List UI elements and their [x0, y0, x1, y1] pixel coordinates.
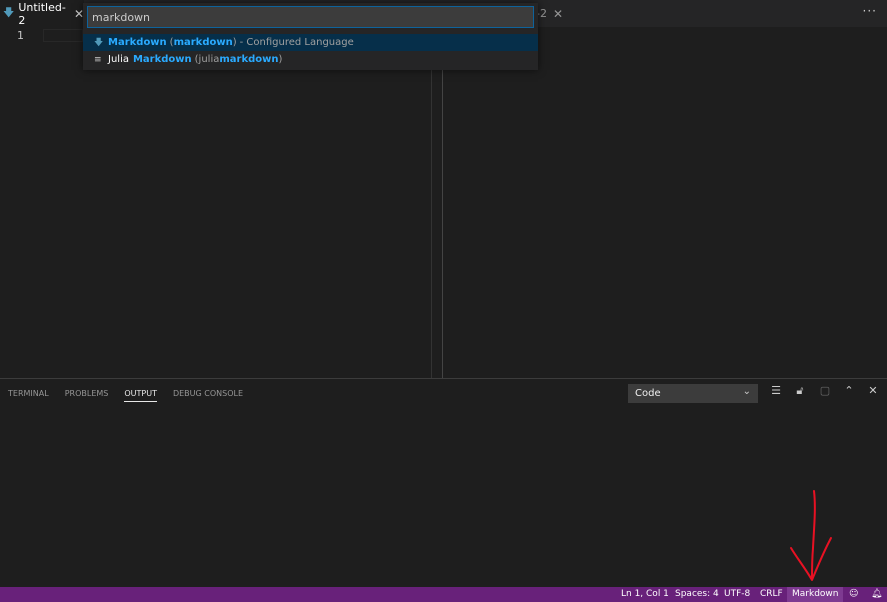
- current-line-highlight: [43, 29, 83, 42]
- bell-icon[interactable]: 🔔︎: [871, 589, 882, 599]
- item-description: - Configured Language: [239, 37, 354, 48]
- item-label: Markdown: [132, 54, 192, 65]
- tab-debug-console[interactable]: DEBUG CONSOLE: [165, 379, 251, 407]
- vertical-ruler: [431, 27, 432, 378]
- item-language-id: (markdown): [169, 37, 237, 48]
- output-channel-select[interactable]: Code ⌄: [628, 384, 758, 403]
- item-label-prefix: Julia: [108, 54, 129, 65]
- tab-title: Untitled-2: [18, 0, 66, 27]
- text-lines-icon: ≡: [94, 54, 102, 65]
- clear-output-icon[interactable]: ☰: [769, 384, 783, 397]
- item-label: Markdown: [108, 37, 167, 48]
- close-tab-icon[interactable]: ✕: [553, 7, 563, 21]
- tab-terminal[interactable]: TERMINAL: [0, 379, 57, 407]
- item-language-id: (juliamarkdown): [194, 54, 283, 65]
- status-indentation[interactable]: Spaces: 4: [675, 589, 719, 599]
- feedback-icon[interactable]: ☺: [849, 589, 858, 599]
- markdown-file-icon: 🡇: [3, 6, 15, 19]
- markdown-file-icon: 🡇: [94, 37, 104, 48]
- status-language-mode[interactable]: Markdown: [787, 587, 844, 602]
- maximize-panel-icon[interactable]: ⌃: [842, 384, 856, 397]
- line-number: 1: [17, 29, 24, 42]
- open-log-file-icon[interactable]: ▢: [818, 384, 832, 397]
- quick-pick-item-markdown[interactable]: 🡇 Markdown (markdown) - Configured Langu…: [83, 34, 538, 51]
- editor-group-right[interactable]: [443, 27, 887, 378]
- status-bar: Ln 1, Col 1 Spaces: 4 UTF-8 CRLF Markdow…: [0, 587, 887, 602]
- quick-pick-input[interactable]: [87, 6, 534, 28]
- status-encoding[interactable]: UTF-8: [724, 589, 750, 599]
- red-arrow-annotation: [790, 490, 832, 581]
- tab-right-group[interactable]: -2 ✕: [536, 0, 566, 27]
- tab-untitled-2[interactable]: 🡇 Untitled-2 ✕: [0, 0, 84, 27]
- quick-pick-item-julia-markdown[interactable]: ≡ Julia Markdown (juliamarkdown): [83, 51, 538, 68]
- unlock-icon[interactable]: 🔓︎: [793, 384, 807, 398]
- status-cursor-position[interactable]: Ln 1, Col 1: [621, 589, 669, 599]
- tab-problems[interactable]: PROBLEMS: [57, 379, 117, 407]
- chevron-down-icon: ⌄: [742, 386, 751, 397]
- bottom-panel: TERMINAL PROBLEMS OUTPUT DEBUG CONSOLE C…: [0, 378, 887, 587]
- panel-tab-list: TERMINAL PROBLEMS OUTPUT DEBUG CONSOLE: [0, 379, 251, 407]
- more-actions-icon[interactable]: ···: [863, 4, 877, 18]
- close-panel-icon[interactable]: ✕: [866, 384, 880, 397]
- language-mode-quick-pick: 🡇 Markdown (markdown) - Configured Langu…: [83, 3, 538, 70]
- status-line-ending[interactable]: CRLF: [760, 589, 783, 599]
- output-channel-value: Code: [635, 388, 661, 399]
- tab-output[interactable]: OUTPUT: [116, 379, 165, 407]
- editor-group-left[interactable]: [0, 27, 432, 378]
